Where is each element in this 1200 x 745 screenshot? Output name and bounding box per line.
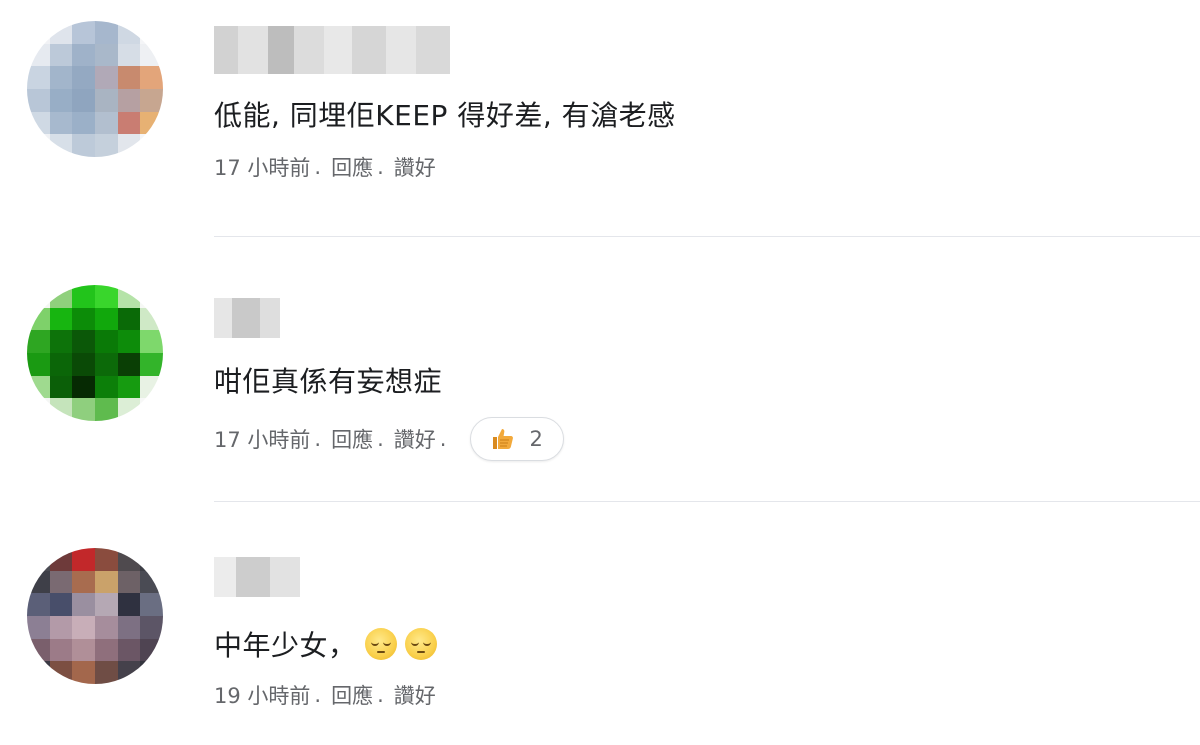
meta-separator: . [439,427,447,451]
meta-separator: . [314,155,322,179]
meta-separator: . [377,155,384,179]
username-redacted[interactable] [214,557,300,597]
avatar-pixelated-image [27,285,163,421]
reaction-badge[interactable]: 2 [470,417,564,461]
like-link[interactable]: 讚好 [394,680,436,710]
avatar-pixelated-image [27,548,163,684]
comment-text: 咁佢真係有妄想症 [214,365,443,398]
reply-link[interactable]: 回應 [331,152,373,182]
meta-separator: . [314,427,322,451]
comment-text: 低能, 同埋佢KEEP 得好差, 有滄老感 [214,99,676,132]
reply-link[interactable]: 回應 [331,680,373,710]
timestamp: 19 小時前 [214,684,311,708]
reaction-count: 2 [529,427,543,451]
timestamp: 17 小時前 [214,428,311,452]
avatar[interactable] [27,21,163,157]
avatar-pixelated-image [27,21,163,157]
thumbs-up-icon [493,429,514,449]
avatar[interactable] [27,285,163,421]
reply-link[interactable]: 回應 [331,424,373,454]
comment-meta: 19 小時前 . 回應 . 讚好 [214,680,436,710]
comment-item: 低能, 同埋佢KEEP 得好差, 有滄老感 17 小時前 . 回應 . 讚好 [0,0,1200,236]
meta-separator: . [377,427,384,451]
comment-item: 咁佢真係有妄想症 17 小時前 . 回應 . 讚好 . 2 [0,237,1200,501]
comment-feed: 低能, 同埋佢KEEP 得好差, 有滄老感 17 小時前 . 回應 . 讚好 咁… [0,0,1200,745]
timestamp: 17 小時前 [214,156,311,180]
avatar[interactable] [27,548,163,684]
like-link[interactable]: 讚好 [394,424,436,454]
comment-text-content: 中年少女， [214,629,357,662]
pensive-face-icon [364,628,397,660]
meta-separator: . [314,683,322,707]
username-redacted[interactable] [214,298,280,338]
pensive-face-icon [404,628,437,660]
username-redacted[interactable] [214,26,450,74]
comment-meta: 17 小時前 . 回應 . 讚好 . 2 [214,417,564,461]
comment-item: 中年少女， 19 小時前 . 回應 . 讚好 [0,502,1200,745]
like-link[interactable]: 讚好 [394,152,436,182]
meta-separator: . [377,683,384,707]
comment-text: 中年少女， [214,624,437,664]
comment-meta: 17 小時前 . 回應 . 讚好 [214,152,436,182]
